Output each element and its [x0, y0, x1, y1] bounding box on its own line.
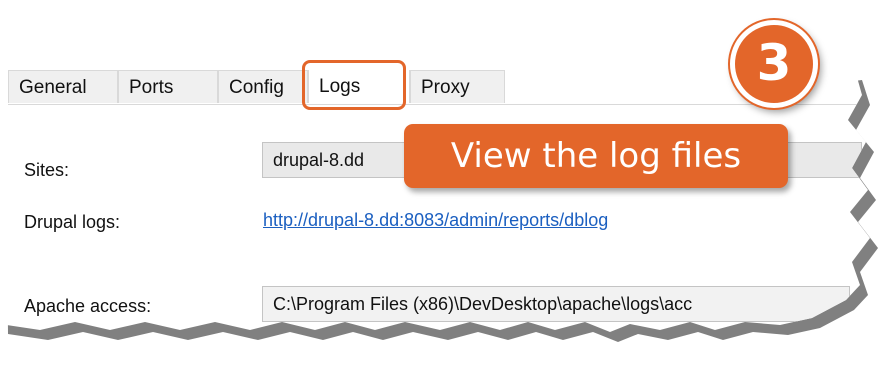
logs-tab-highlight	[302, 60, 406, 110]
apache-access-label: Apache access:	[24, 296, 152, 316]
tab-general[interactable]: General	[8, 70, 118, 103]
drupal-logs-label: Drupal logs:	[24, 212, 121, 232]
step-number-badge: 3	[730, 20, 818, 108]
drupal-logs-link[interactable]: http://drupal-8.dd:8083/admin/reports/db…	[263, 210, 608, 231]
apache-access-field[interactable]: C:\Program Files (x86)\DevDesktop\apache…	[262, 286, 850, 322]
annotation-callout: View the log files	[404, 124, 788, 188]
tab-proxy[interactable]: Proxy	[410, 70, 505, 103]
sites-label: Sites:	[24, 160, 70, 180]
tab-ports[interactable]: Ports	[118, 70, 218, 103]
tab-config[interactable]: Config	[218, 70, 308, 103]
callout-text: View the log files	[450, 136, 742, 176]
